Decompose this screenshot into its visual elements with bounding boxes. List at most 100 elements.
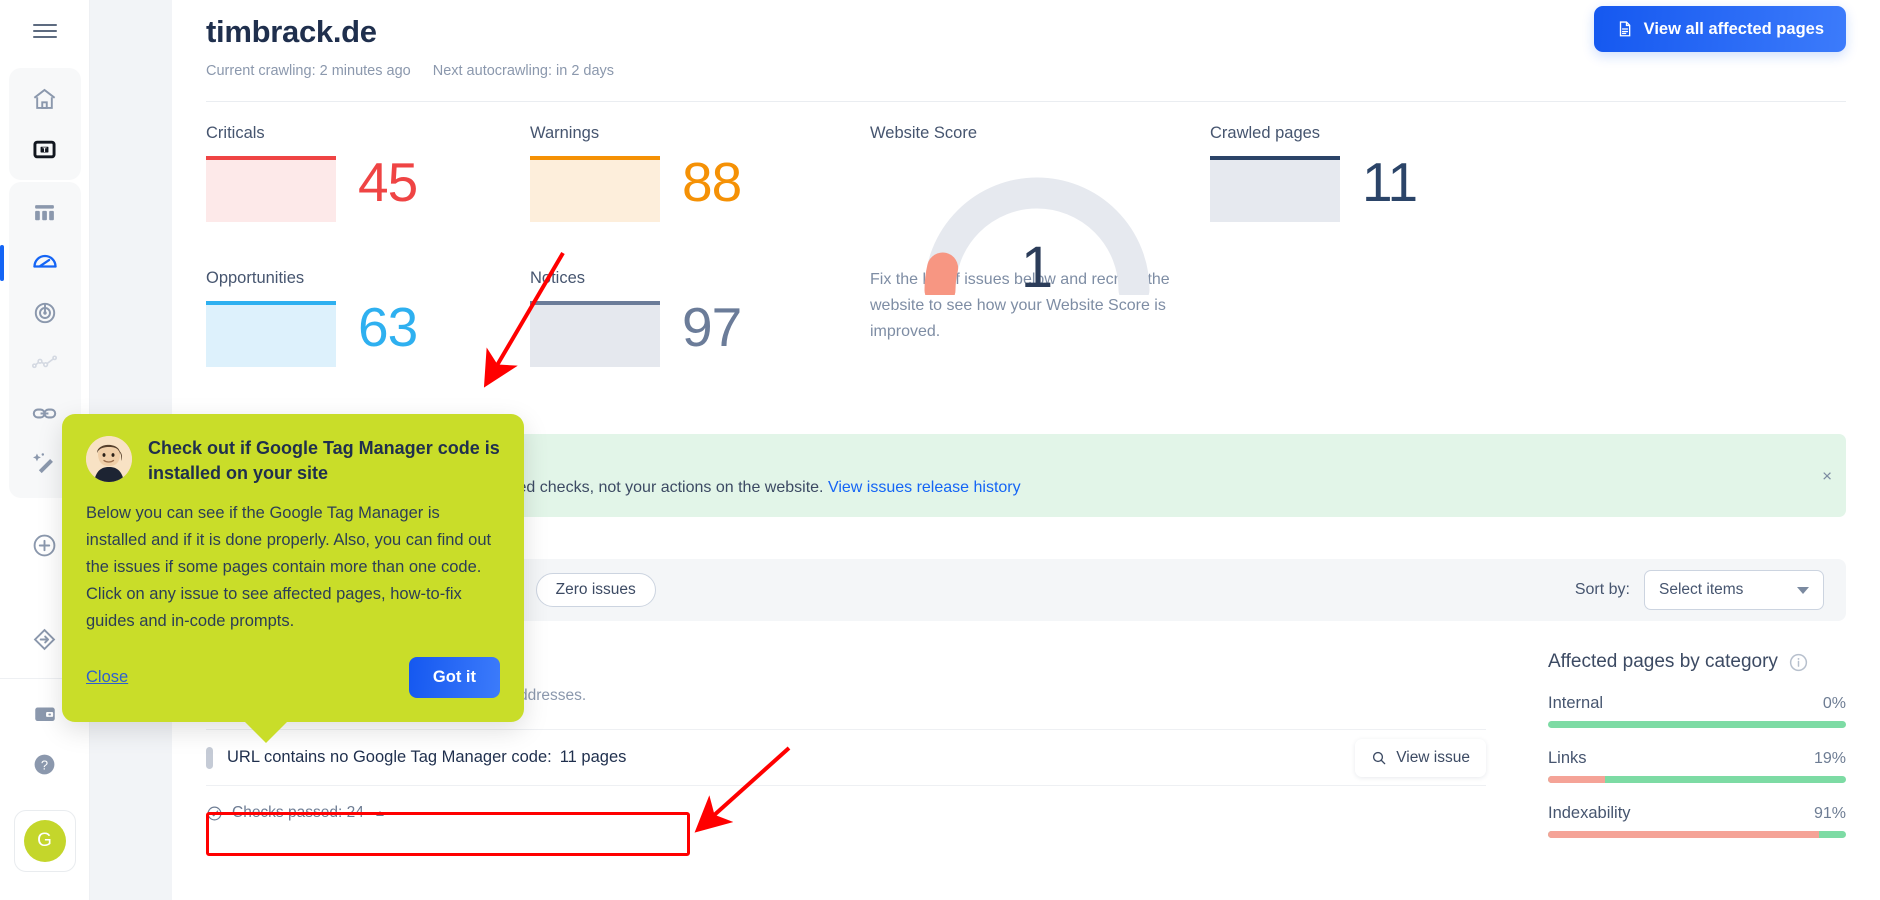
document-icon xyxy=(1619,21,1630,37)
page-header: timbrack.de Current crawling: 2 minutes … xyxy=(206,0,1846,102)
category-links-bar-red xyxy=(1548,776,1605,783)
gauge-icon: 1 xyxy=(924,177,1150,295)
stat-warnings-bar xyxy=(530,156,660,222)
affected-pages-title: Affected pages by category xyxy=(1548,651,1778,672)
website-score-value-text: 1 xyxy=(1021,235,1053,295)
tag-manager-icon: T xyxy=(33,140,56,158)
category-indexability-bar-red xyxy=(1548,831,1820,838)
tooltip-close-link[interactable]: Close xyxy=(86,668,128,687)
view-all-affected-pages-label: View all affected pages xyxy=(1643,19,1824,38)
magic-wand-icon xyxy=(33,452,53,473)
stat-criticals-bar xyxy=(206,156,336,222)
stat-criticals-row: 45 xyxy=(206,151,530,222)
close-icon[interactable]: × xyxy=(1822,467,1832,484)
sort-controls: Sort by: Select items xyxy=(1575,570,1824,610)
plus-circle-icon xyxy=(33,534,56,556)
sidebar-item-rank-tracker[interactable] xyxy=(9,288,81,338)
category-internal-top: Internal 0% xyxy=(1548,694,1846,713)
affected-pages-header: Affected pages by category xyxy=(1548,651,1846,673)
home-icon xyxy=(33,88,56,109)
sidebar-item-site-audit[interactable] xyxy=(0,238,81,288)
stat-crawled-pages-value: 11 xyxy=(1362,151,1418,213)
stat-criticals[interactable]: Criticals 45 xyxy=(206,124,530,255)
search-icon xyxy=(1373,751,1386,764)
sort-select-value: Select items xyxy=(1659,581,1744,598)
person-avatar-glyph xyxy=(86,436,132,482)
stat-opportunities-bar xyxy=(206,301,336,367)
sidebar-item-dashboard-grid[interactable] xyxy=(9,188,81,238)
sidebar-item-tag-manager[interactable]: T xyxy=(9,124,81,174)
stat-crawled-pages-label: Crawled pages xyxy=(1210,124,1321,142)
website-score-gauge: 1 xyxy=(870,165,1204,295)
svg-text:?: ? xyxy=(41,757,48,772)
category-indexability-pct: 91% xyxy=(1813,805,1846,822)
issue-severity-indicator xyxy=(206,746,213,769)
category-internal: Internal 0% xyxy=(1548,694,1846,728)
website-score-label: Website Score xyxy=(870,124,977,142)
backlinks-chain-icon xyxy=(32,408,57,418)
stat-warnings[interactable]: Warnings 88 xyxy=(530,124,854,255)
stats-col-left: Criticals 45 Opportunities 63 xyxy=(206,124,530,400)
stat-opportunities-label: Opportunities xyxy=(206,269,305,287)
tooltip-got-it-button[interactable]: Got it xyxy=(408,657,500,698)
triangle-up-icon xyxy=(375,810,384,816)
tooltip-header: Check out if Google Tag Manager code is … xyxy=(86,436,500,486)
stat-crawled-pages-row: 11 xyxy=(1210,151,1504,222)
view-issue-label: View issue xyxy=(1396,748,1470,766)
category-links-name: Links xyxy=(1548,749,1587,767)
category-links-bar xyxy=(1548,776,1846,783)
category-indexability-top: Indexability 91% xyxy=(1548,804,1846,823)
sidebar-item-help[interactable]: ? xyxy=(9,739,81,789)
stat-crawled-pages-bar xyxy=(1210,156,1340,222)
user-avatar-button[interactable]: G xyxy=(13,810,76,872)
sidebar-item-analytics[interactable] xyxy=(9,338,81,388)
tooltip-pointer xyxy=(244,721,288,743)
sort-by-label: Sort by: xyxy=(1574,581,1630,598)
crawled-pages-card: Crawled pages 11 xyxy=(1204,124,1504,400)
category-indexability-name: Indexability xyxy=(1548,804,1631,822)
view-issues-release-history-link[interactable]: View issues release history xyxy=(828,479,1021,496)
stat-warnings-row: 88 xyxy=(530,155,854,222)
chevron-down-icon xyxy=(1797,586,1809,594)
stat-criticals-label: Criticals xyxy=(206,124,265,142)
hamburger-icon[interactable] xyxy=(0,0,90,62)
stat-notices-label: Notices xyxy=(530,269,586,287)
view-all-affected-pages-button[interactable]: View all affected pages xyxy=(1593,6,1846,52)
sidebar-item-home[interactable] xyxy=(9,74,81,124)
current-crawling-text: Current crawling: 2 minutes ago xyxy=(206,63,411,79)
stat-notices-row: 97 xyxy=(530,296,854,367)
website-score-card: Website Score 1 Fix the list of issues b… xyxy=(854,124,1204,400)
app-root: T ? G timbrack.de Current crawling: 2 mi… xyxy=(0,0,1880,900)
sort-select[interactable]: Select items xyxy=(1644,570,1824,610)
issue-pages-count: 11 pages xyxy=(559,748,627,766)
next-autocrawling-text: Next autocrawling: in 2 days xyxy=(432,63,615,79)
header-divider xyxy=(206,101,1846,102)
stats-col-mid: Warnings 88 Notices 97 xyxy=(530,124,854,400)
stat-notices-value: 97 xyxy=(682,296,742,358)
stat-criticals-value: 45 xyxy=(358,151,418,213)
table-row[interactable]: URL contains no Google Tag Manager code:… xyxy=(206,730,1486,786)
affected-pages-panel: Affected pages by category Internal 0% L… xyxy=(1486,651,1846,838)
dashboard-grid-icon xyxy=(35,204,54,220)
checks-passed-toggle[interactable]: Checks passed: 24 xyxy=(206,804,384,822)
help-question-icon: ? xyxy=(34,754,55,774)
tooltip-footer: Close Got it xyxy=(86,657,500,698)
hamburger-icon-glyph xyxy=(32,24,57,38)
issue-name: URL contains no Google Tag Manager code: xyxy=(227,748,552,766)
category-indexability: Indexability 91% xyxy=(1548,804,1846,838)
category-links-top: Links 19% xyxy=(1548,749,1846,768)
info-icon[interactable] xyxy=(1788,652,1809,673)
category-links-pct: 19% xyxy=(1813,750,1846,767)
analytics-line-icon xyxy=(31,354,58,368)
stat-opportunities[interactable]: Opportunities 63 xyxy=(206,269,530,400)
tooltip-body: Below you can see if the Google Tag Mana… xyxy=(86,504,492,630)
stat-opportunities-row: 63 xyxy=(206,300,530,367)
stat-warnings-label: Warnings xyxy=(530,124,600,142)
view-issue-button[interactable]: View issue xyxy=(1355,738,1486,777)
person-avatar-icon xyxy=(86,436,132,482)
stat-notices[interactable]: Notices 97 xyxy=(530,269,854,400)
filter-chip-zero-issues[interactable]: Zero issues xyxy=(535,573,656,607)
stat-crawled-pages[interactable]: Crawled pages 11 xyxy=(1210,124,1504,255)
sidebar-group-primary: T xyxy=(8,68,81,180)
site-audit-gauge-icon xyxy=(32,254,57,268)
